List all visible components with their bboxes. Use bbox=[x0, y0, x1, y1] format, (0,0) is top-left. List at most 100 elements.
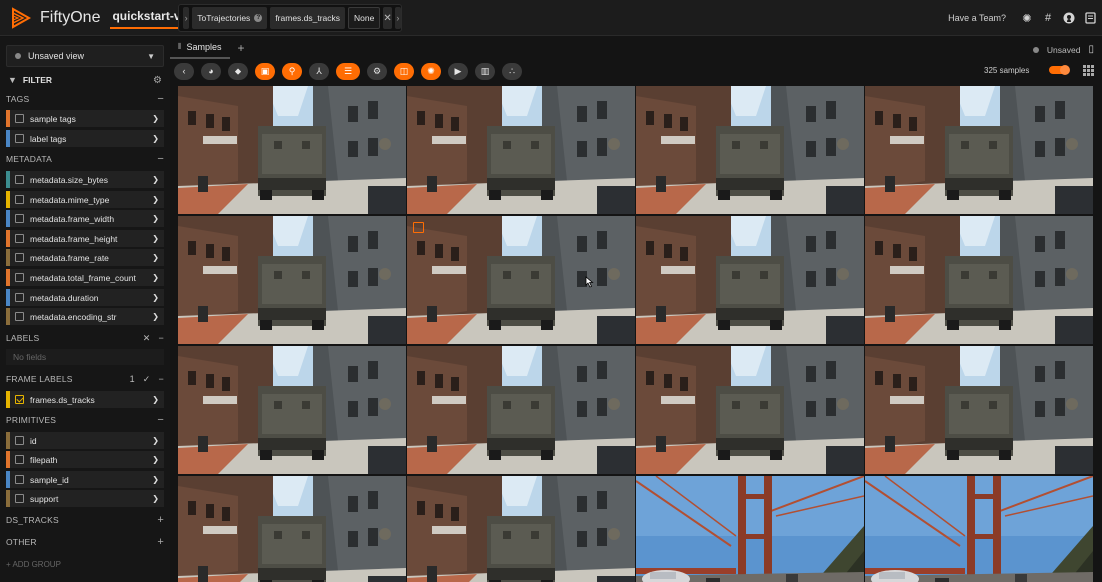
checkbox[interactable] bbox=[15, 234, 24, 243]
checkbox[interactable] bbox=[15, 494, 24, 503]
chevron-down-icon[interactable]: ❯ bbox=[152, 195, 159, 204]
video-thumbnail-street[interactable] bbox=[636, 216, 864, 344]
video-thumbnail-street[interactable] bbox=[407, 86, 635, 214]
info-icon[interactable]: ? bbox=[254, 14, 263, 22]
docs-icon[interactable] bbox=[1084, 12, 1096, 24]
chevron-down-icon[interactable]: ❯ bbox=[152, 312, 159, 321]
fiftyone-logo-icon[interactable] bbox=[10, 6, 32, 29]
section-tags[interactable]: TAGS − bbox=[6, 91, 164, 107]
stage-none-param[interactable]: None bbox=[348, 7, 381, 29]
sidebar-item-frames-ds-tracks[interactable]: frames.ds_tracks ❯ bbox=[6, 391, 164, 408]
close-icon[interactable]: ✕ bbox=[143, 333, 151, 344]
chevron-down-icon[interactable]: ❯ bbox=[152, 293, 159, 302]
video-thumbnail-street[interactable] bbox=[865, 86, 1093, 214]
chevron-down-icon[interactable]: ❯ bbox=[152, 134, 159, 143]
sidebar-item-sample-id[interactable]: sample_id ❯ bbox=[6, 471, 164, 488]
section-labels[interactable]: LABELS ✕ − bbox=[6, 330, 164, 346]
checkbox[interactable] bbox=[15, 175, 24, 184]
brain-icon[interactable]: ✺ bbox=[421, 62, 441, 80]
checkbox[interactable] bbox=[15, 436, 24, 445]
video-thumbnail-street[interactable] bbox=[865, 216, 1093, 344]
add-panel-icon[interactable]: + bbox=[238, 41, 245, 55]
chevron-down-icon[interactable]: ❯ bbox=[152, 494, 159, 503]
collapse-icon[interactable]: − bbox=[157, 93, 164, 105]
checkbox[interactable] bbox=[15, 214, 24, 223]
video-thumbnail-bridge[interactable] bbox=[865, 476, 1093, 582]
patches-icon[interactable]: ▣ bbox=[255, 62, 275, 80]
checkbox[interactable] bbox=[15, 475, 24, 484]
tag-icon[interactable]: ⬥ bbox=[228, 62, 248, 80]
sidebar-item-metadata[interactable]: metadata.frame_height ❯ bbox=[6, 230, 164, 247]
video-thumbnail-street[interactable] bbox=[178, 216, 406, 344]
sidebar-item-support[interactable]: support ❯ bbox=[6, 490, 164, 507]
checkbox[interactable] bbox=[15, 134, 24, 143]
video-thumbnail-street[interactable] bbox=[178, 86, 406, 214]
team-link[interactable]: Have a Team? bbox=[948, 13, 1006, 23]
tab-samples[interactable]: ⦀ Samples bbox=[170, 37, 230, 59]
theme-icon[interactable]: ✺ bbox=[1021, 12, 1033, 25]
view-bar-right-arrow-icon[interactable]: › bbox=[394, 7, 401, 29]
section-frame-labels[interactable]: FRAME LABELS 1 ✓ − bbox=[6, 371, 164, 387]
video-thumbnail-bridge[interactable] bbox=[636, 476, 864, 582]
sidebar-item-metadata[interactable]: metadata.size_bytes ❯ bbox=[6, 171, 164, 188]
section-other[interactable]: OTHER + bbox=[6, 534, 164, 550]
checkbox[interactable] bbox=[15, 395, 24, 404]
similarity-icon[interactable]: ⅄ bbox=[309, 62, 329, 80]
chevron-down-icon[interactable]: ❯ bbox=[152, 273, 159, 282]
saved-view-select[interactable]: Unsaved view ▼ bbox=[6, 45, 164, 67]
search-icon[interactable]: ⚲ bbox=[282, 62, 302, 80]
chevron-down-icon[interactable]: ❯ bbox=[152, 395, 159, 404]
checkbox[interactable] bbox=[15, 293, 24, 302]
gear-icon[interactable]: ⚙ bbox=[153, 75, 162, 86]
sidebar-item-metadata[interactable]: metadata.duration ❯ bbox=[6, 289, 164, 306]
video-thumbnail-street[interactable] bbox=[636, 346, 864, 474]
collapse-icon[interactable]: − bbox=[157, 153, 164, 165]
checkbox[interactable] bbox=[15, 312, 24, 321]
split-panel-icon[interactable]: ▯ bbox=[1088, 44, 1094, 55]
video-thumbnail-street[interactable] bbox=[407, 346, 635, 474]
collapse-icon[interactable]: − bbox=[159, 374, 164, 384]
media-toggle[interactable] bbox=[1049, 65, 1070, 75]
checkbox[interactable] bbox=[15, 455, 24, 464]
sidebar-item-sample-tags[interactable]: sample tags ❯ bbox=[6, 110, 164, 127]
view-bar-left-arrow-icon[interactable]: › bbox=[183, 7, 190, 29]
video-thumbnail-street[interactable] bbox=[178, 346, 406, 474]
grid-size-icon[interactable] bbox=[1083, 65, 1094, 76]
sidebar-item-metadata[interactable]: metadata.encoding_str ❯ bbox=[6, 308, 164, 325]
back-button-icon[interactable]: ‹ bbox=[174, 62, 194, 80]
operators-icon[interactable]: ☰ bbox=[336, 62, 360, 80]
settings-icon[interactable]: ⚙ bbox=[367, 62, 387, 80]
chevron-down-icon[interactable]: ❯ bbox=[152, 234, 159, 243]
checkbox[interactable] bbox=[15, 114, 24, 123]
add-group-button[interactable]: + ADD GROUP bbox=[6, 560, 61, 569]
sidebar-item-metadata[interactable]: metadata.mime_type ❯ bbox=[6, 191, 164, 208]
stage-to-trajectories[interactable]: ToTrajectories ? bbox=[192, 7, 268, 29]
expand-icon[interactable]: + bbox=[157, 536, 164, 548]
select-sample-checkbox[interactable] bbox=[413, 222, 424, 233]
section-ds-tracks[interactable]: DS_TRACKS + bbox=[6, 512, 164, 528]
checkbox[interactable] bbox=[15, 273, 24, 282]
chevron-down-icon[interactable]: ❯ bbox=[152, 475, 159, 484]
histogram-icon[interactable]: ▥ bbox=[475, 62, 495, 80]
sidebar-item-metadata[interactable]: metadata.total_frame_count ❯ bbox=[6, 269, 164, 286]
video-thumbnail-street[interactable] bbox=[178, 476, 406, 582]
sidebar-item-metadata[interactable]: metadata.frame_width ❯ bbox=[6, 210, 164, 227]
collapse-icon[interactable]: − bbox=[159, 333, 164, 343]
video-thumbnail-street[interactable] bbox=[407, 476, 635, 582]
sidebar-item-metadata[interactable]: metadata.frame_rate ❯ bbox=[6, 249, 164, 266]
stage-field-param[interactable]: frames.ds_tracks bbox=[270, 7, 346, 29]
sidebar-item-id[interactable]: id ❯ bbox=[6, 432, 164, 449]
chevron-down-icon[interactable]: ❯ bbox=[152, 436, 159, 445]
slack-icon[interactable]: # bbox=[1042, 12, 1054, 24]
section-metadata[interactable]: METADATA − bbox=[6, 151, 164, 167]
scatter-icon[interactable]: ∴ bbox=[502, 62, 522, 80]
check-icon[interactable]: ✓ bbox=[143, 374, 151, 385]
sidebar-item-label-tags[interactable]: label tags ❯ bbox=[6, 130, 164, 147]
video-thumbnail-street[interactable] bbox=[865, 346, 1093, 474]
video-icon[interactable]: ▶ bbox=[448, 62, 468, 80]
collapse-icon[interactable]: − bbox=[157, 414, 164, 426]
checkbox[interactable] bbox=[15, 195, 24, 204]
chevron-down-icon[interactable]: ❯ bbox=[152, 455, 159, 464]
chevron-down-icon[interactable]: ❯ bbox=[152, 114, 159, 123]
chevron-down-icon[interactable]: ❯ bbox=[152, 253, 159, 262]
